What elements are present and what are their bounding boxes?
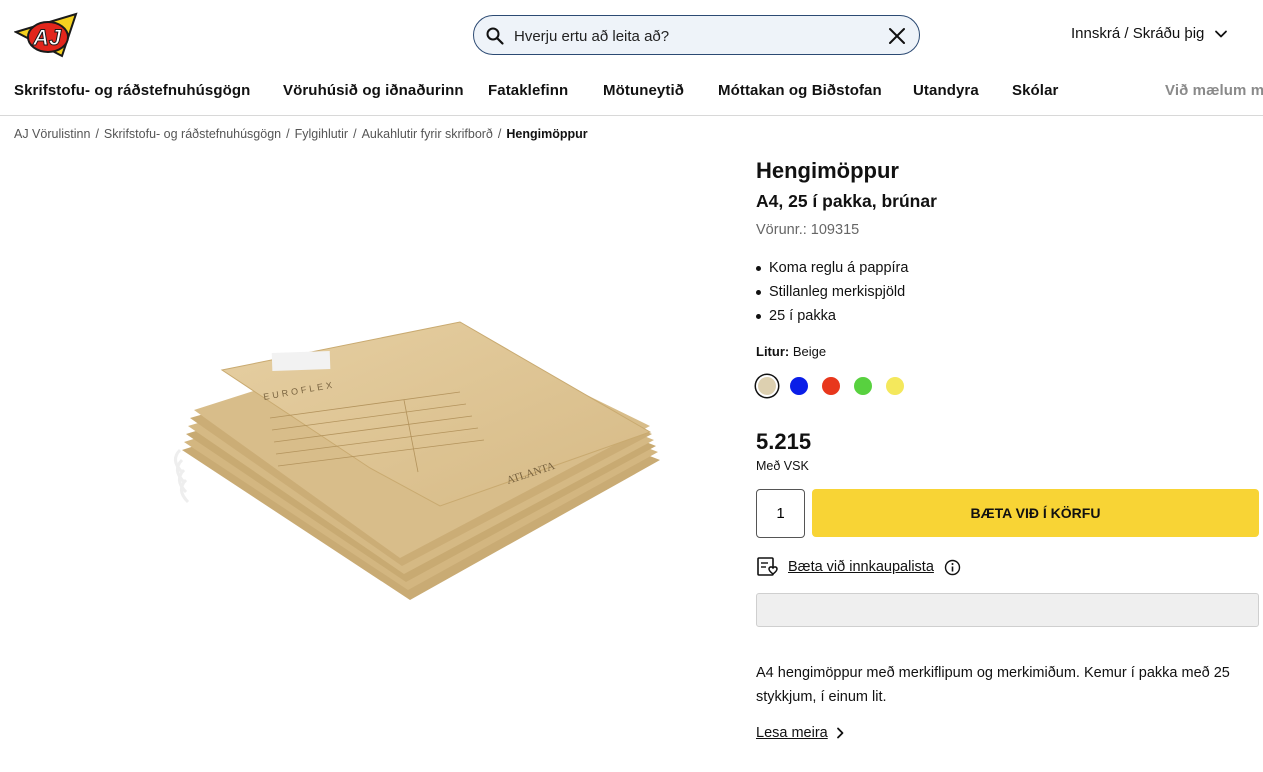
product-price: 5.215 <box>756 429 812 454</box>
chevron-right-icon <box>836 727 844 739</box>
product-description: A4 hengimöppur með merkiflipum og merkim… <box>756 665 1230 705</box>
swatch-beige[interactable] <box>756 375 778 397</box>
breadcrumb-link-desk-accessories[interactable]: Aukahlutir fyrir skrifborð <box>362 127 493 141</box>
swatch-green[interactable] <box>852 375 874 397</box>
close-icon[interactable] <box>887 26 907 46</box>
color-label: Litur: Beige <box>756 344 1259 359</box>
add-to-cart-button[interactable]: BÆTA VIÐ Í KÖRFU <box>812 489 1259 537</box>
swatch-yellow[interactable] <box>884 375 906 397</box>
account-label: Innskrá / Skráðu þig <box>1071 25 1205 42</box>
product-title: Hengimöppur <box>756 158 899 183</box>
aj-logo[interactable]: AJ <box>14 12 80 58</box>
color-label-title: Litur: <box>756 344 790 359</box>
nav-item-warehouse[interactable]: Vöruhúsið og iðnaðurinn <box>283 82 464 99</box>
feature-item: 25 í pakka <box>756 304 1259 328</box>
breadcrumb-separator: / <box>497 127 502 141</box>
color-swatches <box>756 373 1259 399</box>
search-input[interactable] <box>514 22 874 50</box>
swatch-blue[interactable] <box>788 375 810 397</box>
main-nav: Skrifstofu- og ráðstefnuhúsgögn Vöruhúsi… <box>0 70 1263 116</box>
nav-item-canteen[interactable]: Mötuneytið <box>603 82 684 99</box>
folder-stack: EUROFLEX ATLANTA <box>174 321 660 600</box>
account-menu[interactable]: Innskrá / Skráðu þig <box>1071 25 1228 42</box>
product-image[interactable]: EUROFLEX ATLANTA <box>160 300 700 620</box>
vat-label: Með VSK <box>756 459 809 473</box>
product-subtitle: A4, 25 í pakka, brúnar <box>756 191 937 211</box>
info-icon[interactable] <box>944 559 961 576</box>
quantity-input[interactable] <box>756 489 805 538</box>
feature-item: Stillanleg merkispjöld <box>756 280 1259 304</box>
product-details: Hengimöppur A4, 25 í pakka, brúnar Vörun… <box>756 158 1259 741</box>
breadcrumb-link-office-furniture[interactable]: Skrifstofu- og ráðstefnuhúsgögn <box>104 127 281 141</box>
wishlist-row: Bæta við innkaupalista <box>756 555 1259 579</box>
read-more[interactable]: Lesa meira <box>756 725 1259 741</box>
add-to-shopping-list-link[interactable]: Bæta við innkaupalista <box>788 559 934 575</box>
search-bar <box>473 15 920 55</box>
breadcrumb-separator: / <box>95 127 99 141</box>
search-icon[interactable] <box>485 26 505 46</box>
breadcrumb: AJ Vörulistinn / Skrifstofu- og ráðstefnuh… <box>14 127 588 141</box>
feature-item: Koma reglu á pappíra <box>756 256 1259 280</box>
read-more-link[interactable]: Lesa meira <box>756 725 828 741</box>
breadcrumb-current: Hengimöppur <box>506 127 588 141</box>
nav-item-outdoors[interactable]: Utandyra <box>913 82 979 99</box>
svg-text:AJ: AJ <box>32 25 62 50</box>
nav-item-locker-room[interactable]: Fataklefinn <box>488 82 568 99</box>
breadcrumb-separator: / <box>286 127 290 141</box>
chevron-down-icon <box>1215 30 1228 37</box>
breadcrumb-link-home[interactable]: AJ Vörulistinn <box>14 127 90 141</box>
placeholder-box <box>756 593 1259 627</box>
nav-item-schools[interactable]: Skólar <box>1012 82 1058 99</box>
shopping-list-icon[interactable] <box>756 555 780 579</box>
breadcrumb-separator: / <box>353 127 357 141</box>
color-value: Beige <box>792 344 827 359</box>
nav-item-office-furniture[interactable]: Skrifstofu- og ráðstefnuhúsgögn <box>14 82 250 99</box>
nav-item-recommended[interactable]: Við mælum m <box>1165 82 1263 99</box>
feature-list: Koma reglu á pappíra Stillanleg merkispj… <box>756 256 1259 328</box>
site-header: AJ Innskrá / Skráðu þig <box>0 0 1263 70</box>
product-sku: Vörunr.: 109315 <box>756 222 860 238</box>
breadcrumb-link-accessories[interactable]: Fylgihlutir <box>295 127 349 141</box>
nav-item-reception[interactable]: Móttakan og Biðstofan <box>718 82 882 99</box>
swatch-red[interactable] <box>820 375 842 397</box>
buy-row: BÆTA VIÐ Í KÖRFU <box>756 489 1259 539</box>
